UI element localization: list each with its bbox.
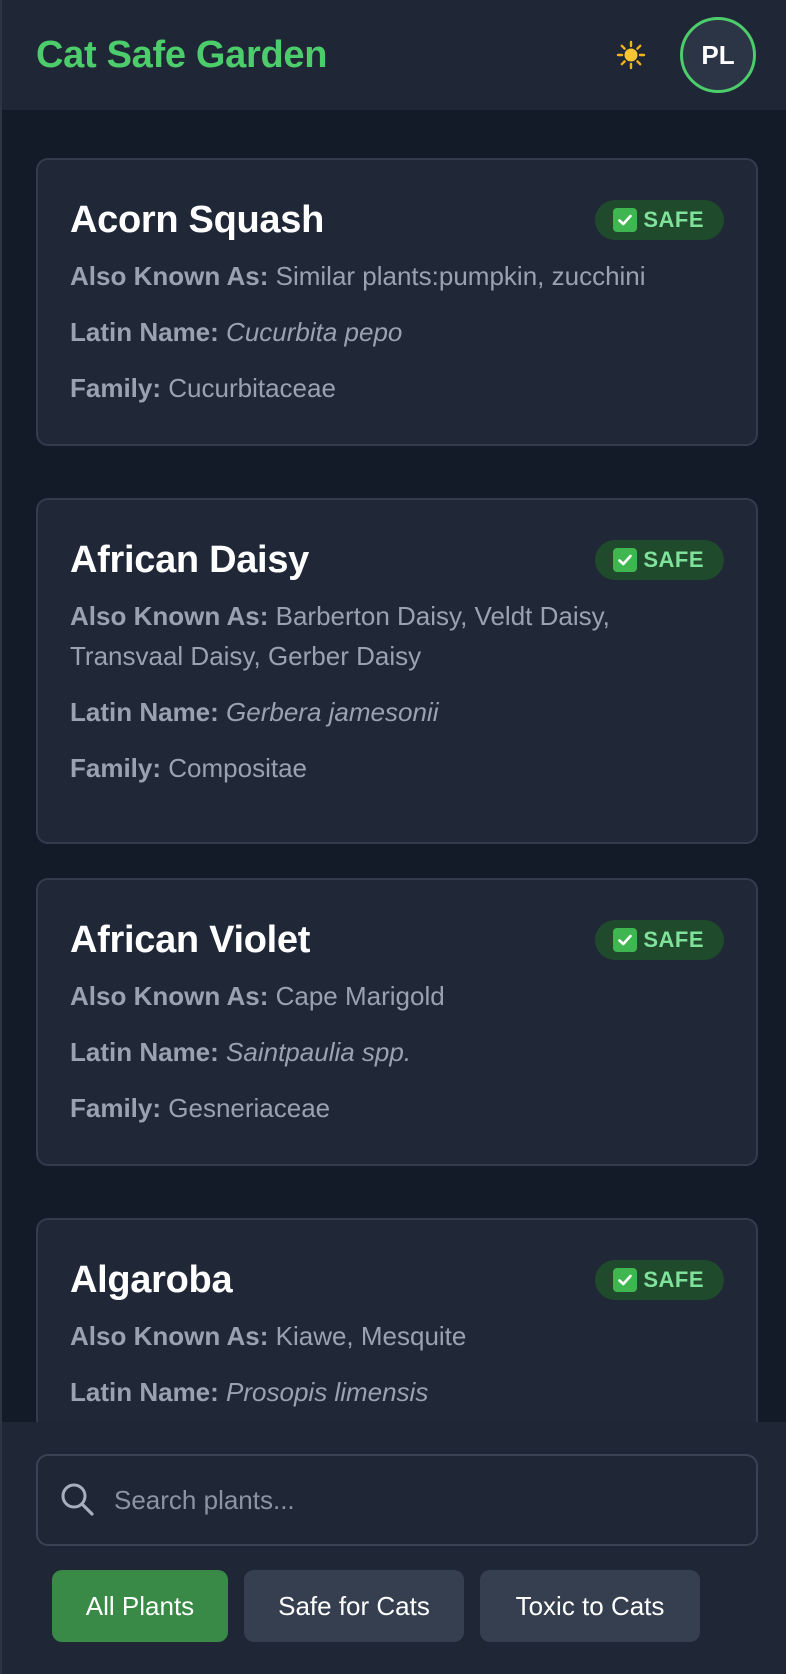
also-known-as-label: Also Known As: <box>70 1321 269 1351</box>
plant-card[interactable]: Algaroba SAFE Also Known As: Kiawe, Mesq… <box>36 1218 758 1422</box>
card-header: Algaroba SAFE <box>70 1258 724 1302</box>
check-icon <box>613 928 638 952</box>
safe-badge: SAFE <box>595 200 724 240</box>
search-input[interactable] <box>114 1484 714 1516</box>
app-title: Cat Safe Garden <box>36 33 328 76</box>
latin-name-row: Latin Name: Saintpaulia spp. <box>70 1032 724 1072</box>
family-row: Family: Compositae <box>70 748 724 788</box>
app-header: Cat Safe Garden PL <box>2 0 786 110</box>
filter-all-plants-button[interactable]: All Plants <box>52 1570 228 1642</box>
sun-icon <box>616 40 646 70</box>
card-header: African Violet SAFE <box>70 918 724 962</box>
plant-name: Acorn Squash <box>70 199 324 241</box>
status-text: SAFE <box>643 547 704 572</box>
theme-toggle-button[interactable] <box>606 30 656 80</box>
status-text: SAFE <box>643 1267 704 1292</box>
also-known-as-value: Similar plants:pumpkin, zucchini <box>275 261 646 291</box>
latin-name-label: Latin Name: <box>70 1377 219 1407</box>
safe-badge: SAFE <box>595 540 724 580</box>
also-known-as-row: Also Known As: Cape Marigold <box>70 976 724 1016</box>
filter-toxic-to-cats-button[interactable]: Toxic to Cats <box>480 1570 700 1642</box>
family-value: Compositae <box>168 753 307 783</box>
check-icon <box>613 208 638 232</box>
family-value: Cucurbitaceae <box>168 373 336 403</box>
plant-name: Algaroba <box>70 1259 233 1301</box>
check-icon <box>613 1268 638 1292</box>
plant-card[interactable]: African Violet SAFE Also Known As: Cape … <box>36 878 758 1166</box>
latin-name-value: Cucurbita pepo <box>226 317 403 347</box>
also-known-as-row: Also Known As: Barberton Daisy, Veldt Da… <box>70 596 724 676</box>
latin-name-row: Latin Name: Gerbera jamesonii <box>70 692 724 732</box>
search-box[interactable] <box>36 1454 758 1546</box>
latin-name-value: Prosopis limensis <box>226 1377 429 1407</box>
check-icon <box>613 548 638 572</box>
plant-list[interactable]: Acorn Squash SAFE Also Known As: Similar… <box>2 110 786 1422</box>
status-text: SAFE <box>643 207 704 232</box>
filter-bar: All Plants Safe for Cats Toxic to Cats <box>52 1570 700 1642</box>
status-text: SAFE <box>643 927 704 952</box>
also-known-as-row: Also Known As: Kiawe, Mesquite <box>70 1316 724 1356</box>
plant-name: African Daisy <box>70 539 309 581</box>
latin-name-row: Latin Name: Prosopis limensis <box>70 1372 724 1412</box>
also-known-as-label: Also Known As: <box>70 981 269 1011</box>
filter-safe-for-cats-button[interactable]: Safe for Cats <box>244 1570 464 1642</box>
search-icon <box>61 1483 94 1516</box>
family-value: Gesneriaceae <box>168 1093 331 1123</box>
latin-name-row: Latin Name: Cucurbita pepo <box>70 312 724 352</box>
family-label: Family: <box>70 373 162 403</box>
family-row: Family: Cucurbitaceae <box>70 368 724 408</box>
header-actions: PL <box>606 17 756 93</box>
plant-card[interactable]: African Daisy SAFE Also Known As: Barber… <box>36 498 758 844</box>
also-known-as-value: Kiawe, Mesquite <box>275 1321 467 1351</box>
also-known-as-label: Also Known As: <box>70 261 269 291</box>
latin-name-label: Latin Name: <box>70 317 219 347</box>
latin-name-label: Latin Name: <box>70 1037 219 1067</box>
plant-card[interactable]: Acorn Squash SAFE Also Known As: Similar… <box>36 158 758 446</box>
latin-name-value: Gerbera jamesonii <box>226 697 439 727</box>
card-header: African Daisy SAFE <box>70 538 724 582</box>
bottom-panel: All Plants Safe for Cats Toxic to Cats <box>2 1422 786 1674</box>
card-header: Acorn Squash SAFE <box>70 198 724 242</box>
family-row: Family: Gesneriaceae <box>70 1088 724 1128</box>
safe-badge: SAFE <box>595 920 724 960</box>
also-known-as-value: Cape Marigold <box>275 981 445 1011</box>
family-label: Family: <box>70 1093 162 1123</box>
plant-name: African Violet <box>70 919 311 961</box>
user-avatar[interactable]: PL <box>680 17 756 93</box>
family-label: Family: <box>70 753 162 783</box>
latin-name-value: Saintpaulia spp. <box>226 1037 412 1067</box>
safe-badge: SAFE <box>595 1260 724 1300</box>
app-window: Cat Safe Garden PL Acorn Squash SAFE Als… <box>0 0 786 1674</box>
latin-name-label: Latin Name: <box>70 697 219 727</box>
also-known-as-row: Also Known As: Similar plants:pumpkin, z… <box>70 256 724 296</box>
also-known-as-label: Also Known As: <box>70 601 269 631</box>
